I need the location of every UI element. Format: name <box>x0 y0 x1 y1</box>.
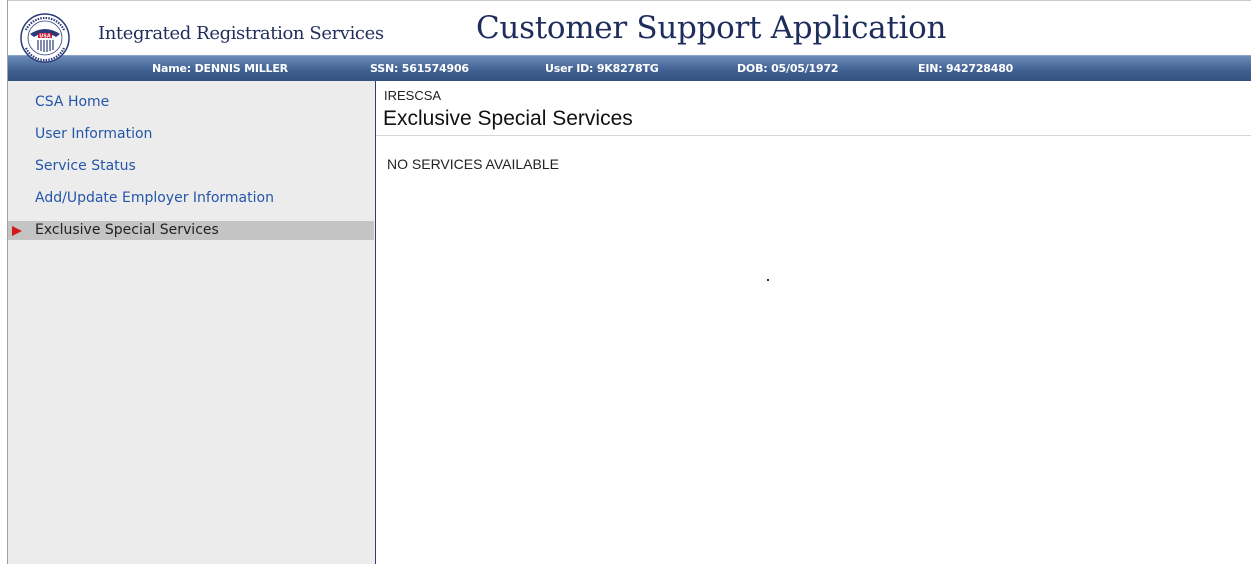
user-info-bar: Name: DENNIS MILLER SSN: 561574906 User … <box>8 55 1251 81</box>
sidebar <box>8 81 375 564</box>
user-ein: EIN: 942728480 <box>918 62 1014 75</box>
sidebar-item-add-update-employer[interactable]: Add/Update Employer Information <box>35 190 274 206</box>
ssa-seal-logo: USA <box>20 13 70 63</box>
brand-name: Integrated Registration Services <box>98 23 384 44</box>
user-dob: DOB: 05/05/1972 <box>737 62 839 75</box>
user-ssn: SSN: 561574906 <box>370 62 469 75</box>
loading-dot <box>767 279 769 281</box>
title-divider <box>376 135 1251 136</box>
app-code: IRESCSA <box>384 88 442 103</box>
empty-state-message: NO SERVICES AVAILABLE <box>387 156 559 172</box>
user-name: Name: DENNIS MILLER <box>152 62 288 75</box>
main-content: IRESCSA Exclusive Special Services NO SE… <box>376 81 1251 564</box>
app-title: Customer Support Application <box>476 10 947 46</box>
page: Integrated Registration Services Custome… <box>0 0 1251 564</box>
active-arrow-icon <box>12 226 22 236</box>
page-title: Exclusive Special Services <box>383 107 633 130</box>
user-id: User ID: 9K8278TG <box>545 62 659 75</box>
svg-text:USA: USA <box>39 34 51 40</box>
sidebar-item-label-active: Exclusive Special Services <box>35 222 219 238</box>
header: Integrated Registration Services Custome… <box>8 1 1251 54</box>
sidebar-item-user-information[interactable]: User Information <box>35 126 152 142</box>
sidebar-item-service-status[interactable]: Service Status <box>35 158 136 174</box>
sidebar-item-csa-home[interactable]: CSA Home <box>35 94 109 110</box>
